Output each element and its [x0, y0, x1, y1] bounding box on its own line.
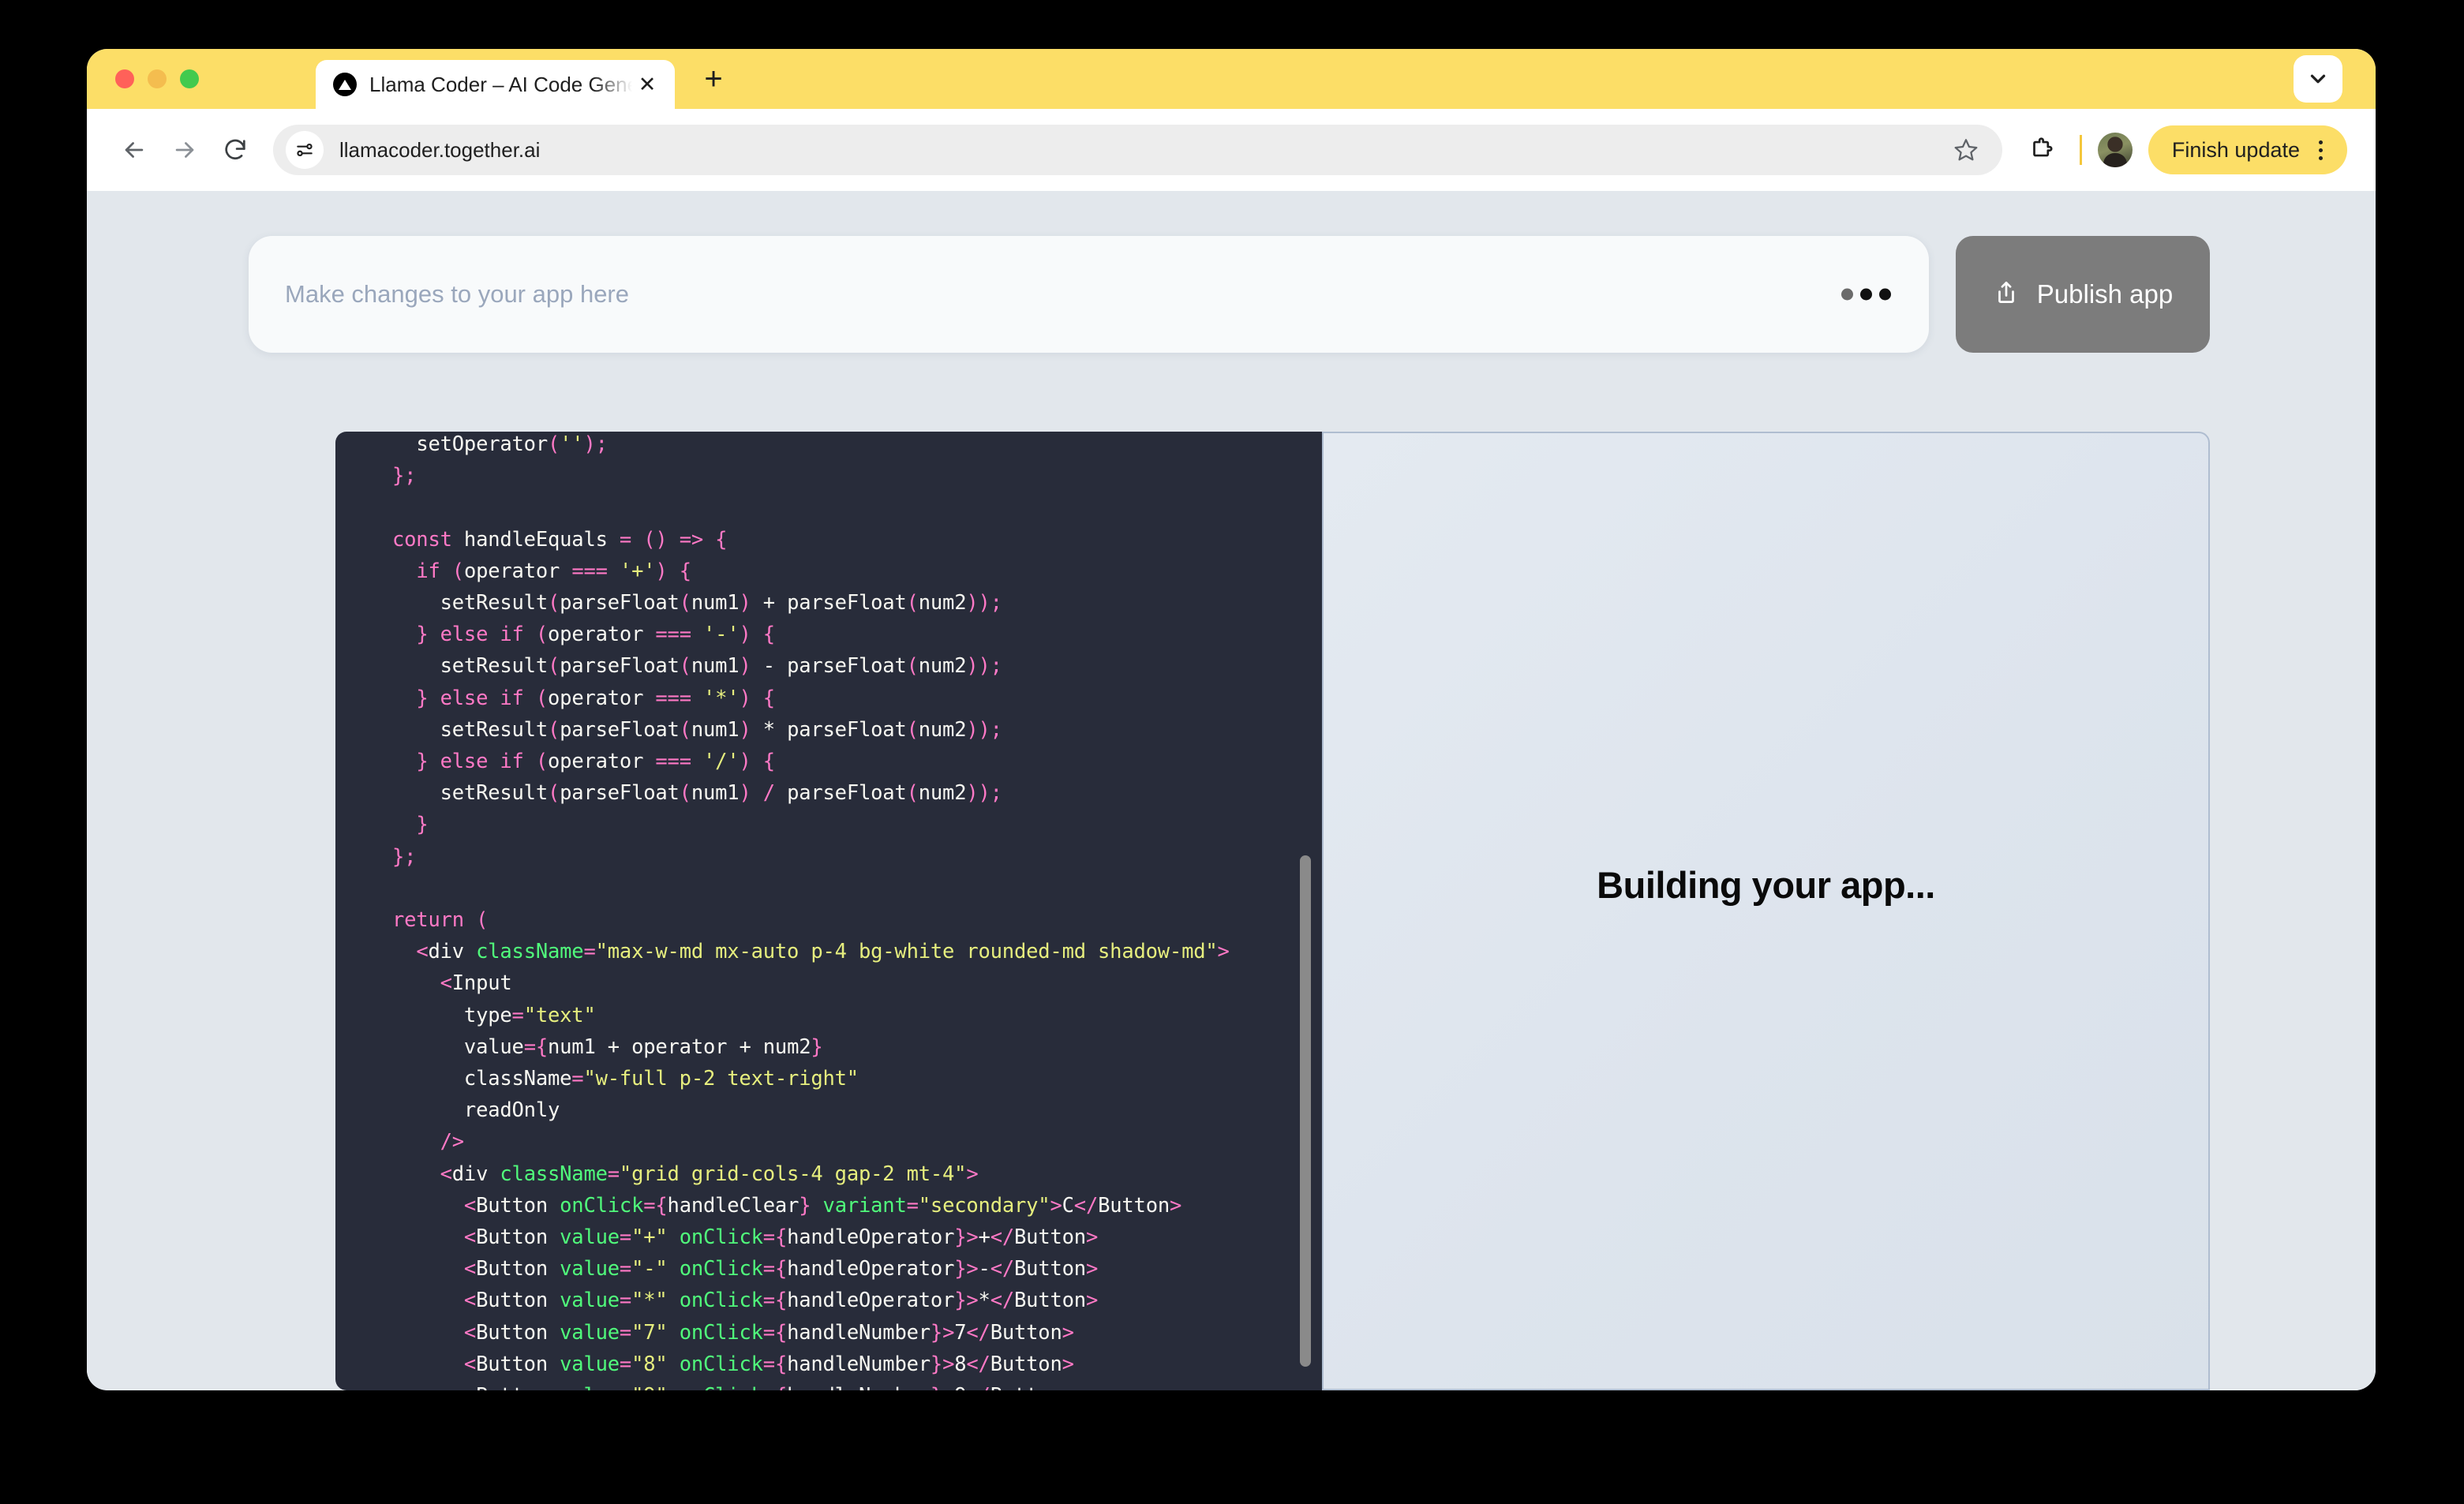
building-status-text: Building your app...	[1597, 863, 1935, 907]
app-preview-panel: Building your app...	[1322, 432, 2210, 1390]
toolbar-divider	[2080, 135, 2082, 165]
avatar[interactable]	[2098, 133, 2133, 167]
arrow-right-icon[interactable]	[159, 125, 210, 175]
reload-icon[interactable]	[210, 125, 260, 175]
more-vertical-icon[interactable]	[2305, 140, 2336, 160]
browser-tab-active[interactable]: Llama Coder – AI Code Gener ✕	[316, 60, 675, 109]
finish-update-button[interactable]: Finish update	[2148, 125, 2347, 174]
prompt-input[interactable]: Make changes to your app here	[249, 236, 1929, 353]
publish-app-button[interactable]: Publish app	[1956, 236, 2210, 353]
prompt-placeholder-text: Make changes to your app here	[285, 280, 629, 309]
address-bar[interactable]: llamacoder.together.ai	[273, 125, 2002, 175]
browser-tab-title: Llama Coder – AI Code Gener	[369, 73, 632, 97]
scrollbar-thumb[interactable]	[1300, 855, 1311, 1367]
code-editor-panel[interactable]: setOperator(''); }; const handleEquals =…	[335, 432, 1322, 1390]
address-bar-url: llamacoder.together.ai	[339, 138, 540, 163]
code-editor-scrollbar[interactable]	[1300, 432, 1311, 1390]
star-icon[interactable]	[1947, 131, 1985, 169]
window-traffic-lights	[115, 69, 199, 88]
arrow-left-icon[interactable]	[109, 125, 159, 175]
three-dots-loading-icon	[1841, 289, 1891, 301]
publish-app-label: Publish app	[2037, 279, 2173, 309]
close-tab-icon[interactable]: ✕	[632, 69, 662, 99]
browser-window: Llama Coder – AI Code Gener ✕ +	[87, 49, 2376, 1390]
app-page: Make changes to your app here Publish ap…	[87, 191, 2376, 1390]
new-tab-button[interactable]: +	[695, 60, 732, 98]
maximize-window-button[interactable]	[180, 69, 199, 88]
finish-update-label: Finish update	[2172, 138, 2300, 163]
prompt-row: Make changes to your app here Publish ap…	[249, 236, 2210, 353]
puzzle-icon[interactable]	[2020, 128, 2064, 172]
share-upload-icon	[1993, 279, 2020, 310]
close-window-button[interactable]	[115, 69, 134, 88]
browser-toolbar: llamacoder.together.ai Finish update	[87, 109, 2376, 191]
minimize-window-button[interactable]	[148, 69, 167, 88]
tune-icon[interactable]	[286, 131, 324, 169]
browser-tab-strip: Llama Coder – AI Code Gener ✕ +	[87, 49, 2376, 109]
together-logo-icon	[333, 73, 357, 96]
chevron-down-icon[interactable]	[2294, 55, 2342, 103]
workspace: setOperator(''); }; const handleEquals =…	[335, 432, 2210, 1390]
code-editor-content: setOperator(''); }; const handleEquals =…	[335, 432, 1322, 1390]
